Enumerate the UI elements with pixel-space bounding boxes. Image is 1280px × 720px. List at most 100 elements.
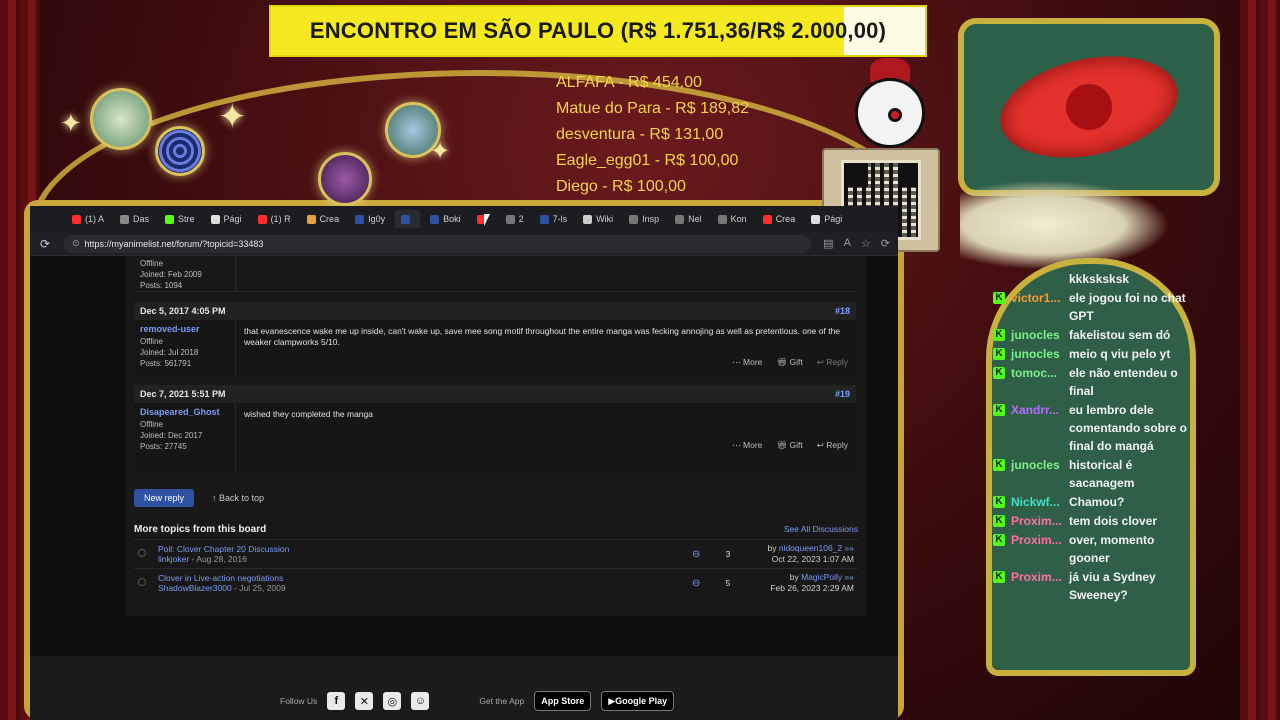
topic-meta: ShadowBlazer3000 - Jul 25, 2009 [158, 583, 684, 593]
url-field[interactable]: ⊙ https://myanimelist.net/forum/?topicid… [64, 234, 812, 253]
follow-us-label: Follow Us [280, 696, 318, 706]
app-store-button[interactable]: App Store [534, 691, 592, 711]
tab-label: 7-ls [552, 214, 568, 224]
topic-row[interactable]: Poll: Clover Chapter 20 Discussion linkj… [134, 539, 858, 569]
browser-tab[interactable]: Das [114, 210, 155, 228]
chat-username[interactable]: victor1... [1011, 289, 1063, 307]
translate-icon[interactable]: A [844, 237, 851, 250]
more-button[interactable]: ⋯ More [732, 440, 762, 451]
last-poster-link[interactable]: MagicPolly »» [801, 572, 854, 582]
topic-author-link[interactable]: linkjoker [158, 554, 189, 564]
webcam-frame [958, 18, 1220, 196]
chat-username[interactable]: Nickwf... [1011, 493, 1063, 511]
browser-tab[interactable]: Crea [757, 210, 802, 228]
back-to-top-link[interactable]: ↑ Back to top [212, 493, 264, 503]
user-joined: Joined: Jul 2018 [140, 348, 199, 357]
post-date: Dec 5, 2017 4:05 PM [140, 306, 226, 316]
browser-tab[interactable]: Crea [301, 210, 346, 228]
chat-message: K Nickwf... Chamou? [990, 493, 1190, 511]
more-button[interactable]: ⋯ More [732, 357, 762, 368]
topic-title-link[interactable]: Clover in Live-action negotiations [158, 573, 684, 583]
browser-tab[interactable]: Stre [159, 210, 201, 228]
discord-icon[interactable]: ☺ [411, 692, 430, 710]
goal-text: ENCONTRO EM SÃO PAULO (R$ 1.751,36/R$ 2.… [309, 18, 887, 43]
browser-tab[interactable]: (1) A [66, 210, 110, 228]
user-joined: Joined: Dec 2017 [140, 431, 203, 440]
donation-goal-banner: ENCONTRO EM SÃO PAULO (R$ 1.751,36/R$ 2.… [269, 5, 927, 57]
gift-button[interactable]: 🎁︎ Gift [776, 440, 802, 451]
reader-mode-icon[interactable]: ▤ [823, 237, 833, 250]
topic-author-link[interactable]: ShadowBlazer3000 [158, 583, 232, 593]
kick-icon [165, 214, 175, 224]
reply-button[interactable]: ↩ Reply [817, 440, 848, 451]
reload-icon[interactable]: ⟳ [38, 237, 52, 251]
browser-tab[interactable]: Nel [669, 210, 708, 228]
username-link[interactable]: Disapeared_Ghost [140, 407, 229, 417]
forum-post: Dec 7, 2021 5:51 PM #19 Disapeared_Ghost… [134, 385, 856, 471]
chat-username[interactable]: tomoc... [1011, 364, 1063, 382]
site-info-icon[interactable]: ⊙ [72, 238, 80, 249]
more-label: More [743, 440, 763, 450]
instagram-icon[interactable]: ◎ [383, 692, 402, 710]
last-by-label: by [789, 572, 802, 582]
youtube-icon [762, 214, 772, 224]
facebook-icon[interactable]: f [327, 692, 346, 710]
browser-tab[interactable]: Pági [205, 210, 248, 228]
chat-username[interactable]: Proxim... [1011, 568, 1063, 586]
browser-tab[interactable]: Kon [712, 210, 753, 228]
browser-tab[interactable]: 2 [500, 210, 530, 228]
post-author: removed-user Offline Joined: Jul 2018 Po… [134, 320, 236, 374]
emote-orb-portrait [90, 88, 152, 150]
tab-label: Ig0y [368, 214, 386, 224]
user-post-count: Posts: 1094 [140, 281, 183, 290]
browser-tab[interactable]: (1) R [252, 210, 297, 228]
eye-pupil [1061, 79, 1117, 135]
chat-username[interactable]: junocles [1011, 326, 1063, 344]
reply-button[interactable]: ↩ Reply [817, 357, 848, 368]
browser-tab[interactable]: Wiki [577, 210, 619, 228]
top-donors-list: ALFAFA - R$ 454,00 Matue do Para - R$ 18… [556, 70, 749, 200]
kick-badge-icon: K [993, 292, 1005, 304]
chat-username[interactable]: Proxim... [1011, 531, 1063, 549]
post-number-link[interactable]: #18 [835, 306, 850, 316]
mal-icon [430, 214, 440, 224]
see-all-discussions-link[interactable]: See All Discussions [784, 524, 858, 535]
browser-tab[interactable] [395, 210, 421, 228]
google-play-button[interactable]: ▶ Google Play [601, 691, 675, 711]
last-poster-link[interactable]: nidoqueen106_2 »» [779, 543, 854, 553]
gift-button[interactable]: 🎁︎ Gift [776, 357, 802, 368]
topic-row[interactable]: Clover in Live-action negotiations Shado… [134, 568, 858, 597]
site-icon [583, 214, 593, 224]
app-store-label: App Store [541, 696, 585, 706]
browser-tab[interactable]: 7-ls [534, 210, 574, 228]
more-label: More [743, 357, 763, 367]
chat-message: kkksksksk [990, 270, 1190, 288]
chat-username[interactable]: Proxim... [1011, 512, 1063, 530]
browser-tab[interactable]: Insp [623, 210, 665, 228]
x-twitter-icon[interactable]: ✕ [355, 692, 374, 710]
chat-message: K Proxim... over, momento gooner [990, 531, 1190, 567]
new-reply-button[interactable]: New reply [134, 489, 195, 507]
right-curtain [1240, 0, 1280, 720]
site-icon [306, 214, 316, 224]
web-page: Offline Joined: Feb 2009 Posts: 1094 Dec… [30, 256, 898, 720]
kick-badge-icon: K [993, 329, 1005, 341]
username-link[interactable]: removed-user [140, 324, 229, 334]
browser-tab[interactable]: Ig0y [349, 210, 391, 228]
chat-text: historical é sacanagem [1069, 458, 1135, 490]
back-to-top-label: Back to top [219, 493, 265, 503]
browser-tab[interactable]: Boki [424, 210, 467, 228]
topic-title-link[interactable]: Poll: Clover Chapter 20 Discussion [158, 544, 684, 554]
address-bar: ⟳ ⊙ https://myanimelist.net/forum/?topic… [30, 232, 898, 256]
chat-username[interactable]: junocles [1011, 345, 1063, 363]
chat-username[interactable]: junocles [1011, 456, 1063, 474]
post-number-link[interactable]: #19 [835, 389, 850, 399]
browser-tab[interactable]: Pági [805, 210, 848, 228]
favorite-star-icon[interactable]: ☆ [861, 237, 871, 250]
chat-text: kkksksksk [1069, 272, 1130, 286]
post-message: wished they completed the manga [244, 409, 373, 419]
post-actions: ⋯ More 🎁︎ Gift ↩ Reply [732, 440, 848, 451]
refresh-icon[interactable]: ⟳ [881, 237, 890, 250]
topic-last-post: by MagicPolly »» Feb 26, 2023 2:29 AM [748, 568, 858, 597]
chat-username[interactable]: Xandrr... [1011, 401, 1063, 419]
